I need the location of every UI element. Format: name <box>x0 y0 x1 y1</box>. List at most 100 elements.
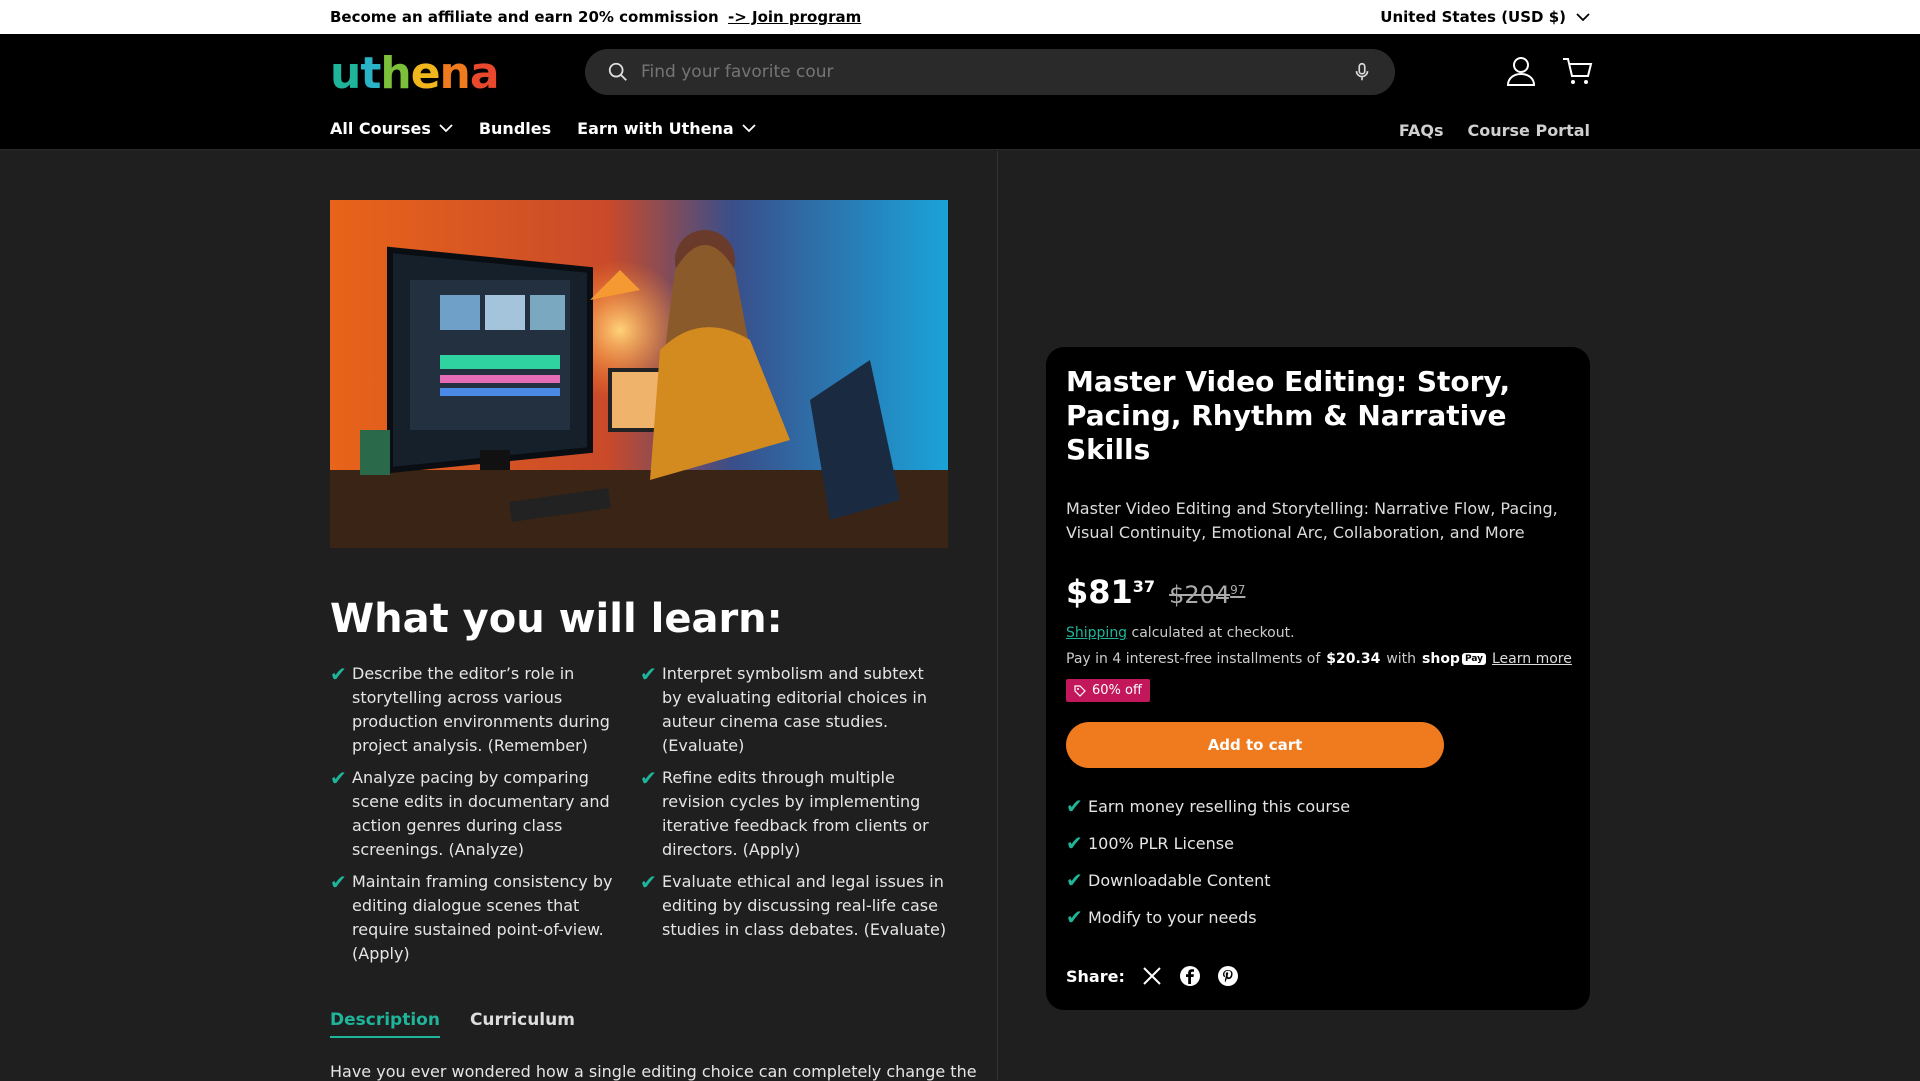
logo-letter: n <box>439 48 471 99</box>
product-title: Master Video Editing: Story, Pacing, Rhy… <box>1066 365 1511 466</box>
logo-letter: t <box>360 48 381 99</box>
course-tabs: Description Curriculum <box>330 1010 575 1038</box>
feature-item: ✔ 100% PLR License <box>1066 831 1570 855</box>
shop-pay-label: shop <box>1422 651 1460 667</box>
share-label: Share: <box>1066 966 1125 986</box>
currency-selector[interactable]: United States (USD $) <box>1380 8 1590 26</box>
nav-label: All Courses <box>330 119 431 138</box>
course-hero-image[interactable] <box>330 200 948 548</box>
currency-label: United States (USD $) <box>1380 8 1566 26</box>
check-icon: ✔ <box>1066 831 1083 855</box>
check-icon: ✔ <box>330 662 347 686</box>
check-icon: ✔ <box>1066 794 1083 818</box>
learn-item: ✔ Refine edits through multiple revision… <box>640 766 948 862</box>
search-input[interactable] <box>641 62 1341 82</box>
sale-price-main: $81 <box>1066 573 1133 611</box>
sale-price-cents: 37 <box>1132 577 1156 596</box>
check-icon: ✔ <box>1066 905 1083 929</box>
feature-list: ✔ Earn money reselling this course ✔ 100… <box>1066 794 1570 929</box>
tag-icon <box>1074 684 1086 697</box>
x-twitter-icon[interactable] <box>1141 965 1163 987</box>
compare-price-cents: 97 <box>1230 583 1246 597</box>
installment-amount: $20.34 <box>1326 651 1381 667</box>
feature-text: Downloadable Content <box>1088 870 1271 890</box>
feature-text: Earn money reselling this course <box>1088 796 1351 816</box>
check-icon: ✔ <box>330 766 347 790</box>
shipping-link[interactable]: Shipping <box>1066 625 1127 641</box>
nav-course-portal[interactable]: Course Portal <box>1468 121 1591 140</box>
learn-item: ✔ Maintain framing consistency by editin… <box>330 870 630 966</box>
sale-price: $8137 <box>1066 573 1155 611</box>
learn-more-link[interactable]: Learn more <box>1492 651 1572 667</box>
logo-letter: h <box>380 48 411 99</box>
chevron-down-icon <box>439 124 453 133</box>
learn-item-text: Evaluate ethical and legal issues in edi… <box>662 872 947 939</box>
logo-letter: u <box>330 48 361 99</box>
uthena-logo[interactable]: uthena <box>330 48 500 99</box>
feature-text: 100% PLR License <box>1088 833 1234 853</box>
affiliate-announcement: Become an affiliate and earn 20% commiss… <box>330 8 861 26</box>
compare-price-main: $204 <box>1169 581 1231 609</box>
nav-label: Earn with Uthena <box>577 119 734 138</box>
learn-item-text: Describe the editor’s role in storytelli… <box>352 664 610 755</box>
installments-with: with <box>1386 651 1417 667</box>
tab-curriculum[interactable]: Curriculum <box>470 1010 575 1038</box>
learn-section-title: What you will learn: <box>330 596 783 642</box>
shop-pay-badge: Pay <box>1461 653 1486 665</box>
affiliate-text: Become an affiliate and earn 20% commiss… <box>330 8 719 26</box>
learn-item: ✔ Analyze pacing by comparing scene edit… <box>330 766 630 862</box>
chevron-down-icon <box>1576 12 1590 21</box>
nav-bundles[interactable]: Bundles <box>479 119 551 138</box>
nav-faqs[interactable]: FAQs <box>1399 121 1444 140</box>
pinterest-icon[interactable] <box>1217 965 1239 987</box>
nav-all-courses[interactable]: All Courses <box>330 119 453 138</box>
logo-letter: a <box>469 48 500 99</box>
installments-prefix: Pay in 4 interest-free installments of <box>1066 651 1321 667</box>
secondary-nav: FAQs Course Portal <box>1399 121 1590 140</box>
check-icon: ✔ <box>640 870 657 894</box>
product-subtitle: Master Video Editing and Storytelling: N… <box>1066 499 1558 542</box>
feature-item: ✔ Earn money reselling this course <box>1066 794 1570 818</box>
announcement-bar: Become an affiliate and earn 20% commiss… <box>0 0 1920 34</box>
share-row: Share: <box>1066 965 1570 987</box>
microphone-icon[interactable] <box>1351 61 1373 83</box>
feature-item: ✔ Modify to your needs <box>1066 905 1570 929</box>
nav-label: Bundles <box>478 119 552 138</box>
column-divider <box>997 151 998 1080</box>
check-icon: ✔ <box>640 662 657 686</box>
join-program-link[interactable]: -> Join program <box>728 8 861 26</box>
tab-description[interactable]: Description <box>330 1010 440 1038</box>
learn-item-text: Maintain framing consistency by editing … <box>352 872 613 963</box>
check-icon: ✔ <box>640 766 657 790</box>
learn-column-left: ✔ Describe the editor’s role in storytel… <box>330 662 630 974</box>
logo-letter: e <box>410 48 441 99</box>
main-nav: All Courses Bundles Earn with Uthena <box>330 119 756 138</box>
discount-badge: 60% off <box>1066 679 1150 702</box>
shipping-text: calculated at checkout. <box>1131 625 1295 641</box>
search-bar[interactable] <box>585 49 1395 95</box>
price-row: $8137 $20497 <box>1066 573 1570 611</box>
search-icon[interactable] <box>607 61 629 83</box>
learn-item: ✔ Evaluate ethical and legal issues in e… <box>640 870 948 942</box>
feature-item: ✔ Downloadable Content <box>1066 868 1570 892</box>
discount-label: 60% off <box>1092 683 1142 698</box>
account-icon[interactable] <box>1504 54 1538 88</box>
feature-text: Modify to your needs <box>1088 907 1257 927</box>
site-header: uthena All Courses Bundles Earn with Uth… <box>0 34 1920 150</box>
learn-column-right: ✔ Interpret symbolism and subtext by eva… <box>640 662 948 950</box>
learn-item: ✔ Interpret symbolism and subtext by eva… <box>640 662 948 758</box>
facebook-icon[interactable] <box>1179 965 1201 987</box>
learn-item-text: Interpret symbolism and subtext by evalu… <box>662 664 928 755</box>
shop-pay-logo: shop Pay <box>1422 651 1486 667</box>
nav-earn-with-uthena[interactable]: Earn with Uthena <box>577 119 756 138</box>
installments-note: Pay in 4 interest-free installments of $… <box>1066 651 1572 667</box>
chevron-down-icon <box>742 124 756 133</box>
learn-item: ✔ Describe the editor’s role in storytel… <box>330 662 630 758</box>
check-icon: ✔ <box>330 870 347 894</box>
cart-icon[interactable] <box>1560 54 1594 88</box>
description-preview: Have you ever wondered how a single edit… <box>330 1062 977 1081</box>
compare-price: $20497 <box>1169 581 1245 609</box>
learn-item-text: Refine edits through multiple revision c… <box>662 768 929 859</box>
add-to-cart-button[interactable]: Add to cart <box>1066 722 1444 768</box>
learn-item-text: Analyze pacing by comparing scene edits … <box>352 768 610 859</box>
